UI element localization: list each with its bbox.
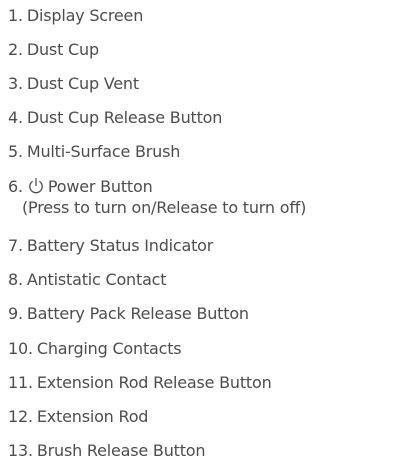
item-label: Battery Status Indicator: [26, 236, 214, 255]
item-label: Display Screen: [26, 6, 144, 25]
power-button-note: (Press to turn on/Release to turn off): [22, 198, 307, 217]
item-label: Charging Contacts: [36, 339, 182, 358]
item-number: 11.: [8, 373, 33, 392]
item-label: Battery Pack Release Button: [26, 304, 249, 323]
list-item-12: 12. Extension Rod: [8, 407, 148, 427]
item-number: 3.: [8, 74, 23, 93]
parts-list: 1. Display Screen 2. Dust Cup 3. Dust Cup V…: [0, 0, 404, 467]
item-number: 13.: [8, 441, 33, 460]
item-label: Extension Rod Release Button: [36, 373, 272, 392]
list-item-6: 6. Power Button: [8, 177, 153, 197]
item-label: Dust Cup: [26, 40, 99, 59]
list-item-7: 7. Battery Status Indicator: [8, 236, 213, 256]
list-item-11: 11. Extension Rod Release Button: [8, 373, 272, 393]
item-label: Extension Rod: [36, 407, 149, 426]
list-item-4: 4. Dust Cup Release Button: [8, 108, 222, 128]
item-number: 2.: [8, 40, 23, 59]
list-item-5: 5. Multi-Surface Brush: [8, 142, 180, 162]
item-label: Brush Release Button: [36, 441, 206, 460]
list-item-2: 2. Dust Cup: [8, 40, 99, 60]
power-icon: [27, 177, 45, 195]
item-number: 7.: [8, 236, 23, 255]
list-item-13: 13. Brush Release Button: [8, 441, 206, 461]
item-label: Multi-Surface Brush: [26, 142, 181, 161]
item-label: Dust Cup Release Button: [26, 108, 223, 127]
item-number: 8.: [8, 270, 23, 289]
item-label: Power Button: [47, 177, 153, 196]
item-label: Dust Cup Vent: [26, 74, 139, 93]
list-item-1: 1. Display Screen: [8, 6, 143, 26]
list-item-9: 9. Battery Pack Release Button: [8, 304, 249, 324]
item-number: 12.: [8, 407, 33, 426]
item-number: 6.: [8, 177, 23, 196]
list-item-10: 10. Charging Contacts: [8, 339, 182, 359]
item-number: 10.: [8, 339, 33, 358]
item-number: 1.: [8, 6, 23, 25]
item-number: 9.: [8, 304, 23, 323]
list-item-3: 3. Dust Cup Vent: [8, 74, 139, 94]
item-number: 4.: [8, 108, 23, 127]
item-label: Antistatic Contact: [26, 270, 167, 289]
list-item-8: 8. Antistatic Contact: [8, 270, 167, 290]
item-number: 5.: [8, 142, 23, 161]
